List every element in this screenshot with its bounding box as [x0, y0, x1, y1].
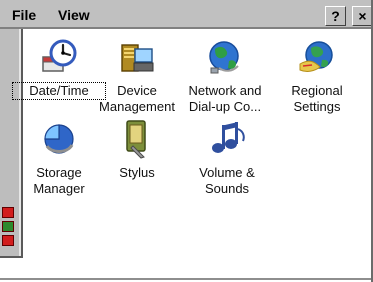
menu-file[interactable]: File	[12, 7, 36, 23]
storage-manager-icon	[39, 119, 79, 159]
status-light-top	[2, 207, 14, 218]
item-label-network-dialup: Network and Dial-up Co...	[188, 83, 262, 114]
device-management-icon	[117, 37, 157, 77]
control-panel-item-volume-sounds[interactable]: Volume & Sounds	[181, 119, 273, 197]
status-light-bottom	[2, 235, 14, 246]
control-panel-item-stylus[interactable]: Stylus	[91, 119, 183, 181]
item-label-device-management: Device Management	[99, 83, 175, 114]
control-panel-content: Date/Time Device Management Network and …	[12, 31, 369, 280]
menu-bar: File View ? ×	[0, 0, 373, 29]
frame-bottom-cap	[0, 256, 21, 258]
stylus-icon	[117, 119, 157, 159]
control-panel-item-network-dialup[interactable]: Network and Dial-up Co...	[179, 37, 271, 115]
item-label-regional-settings: Regional Settings	[291, 83, 343, 114]
status-light-middle	[2, 221, 14, 232]
bottom-window-line	[0, 278, 371, 280]
network-dialup-icon	[205, 37, 245, 77]
item-label-volume-sounds: Volume & Sounds	[199, 165, 255, 196]
date-time-icon	[39, 37, 79, 77]
status-lights	[2, 207, 14, 249]
volume-sounds-icon	[207, 119, 247, 159]
help-button[interactable]: ?	[325, 6, 346, 26]
control-panel-item-regional-settings[interactable]: Regional Settings	[271, 37, 363, 115]
close-button[interactable]: ×	[352, 6, 373, 26]
regional-settings-icon	[297, 37, 337, 77]
menu-view[interactable]: View	[58, 7, 90, 23]
control-panel-item-device-management[interactable]: Device Management	[91, 37, 183, 115]
item-label-stylus: Stylus	[119, 165, 155, 180]
